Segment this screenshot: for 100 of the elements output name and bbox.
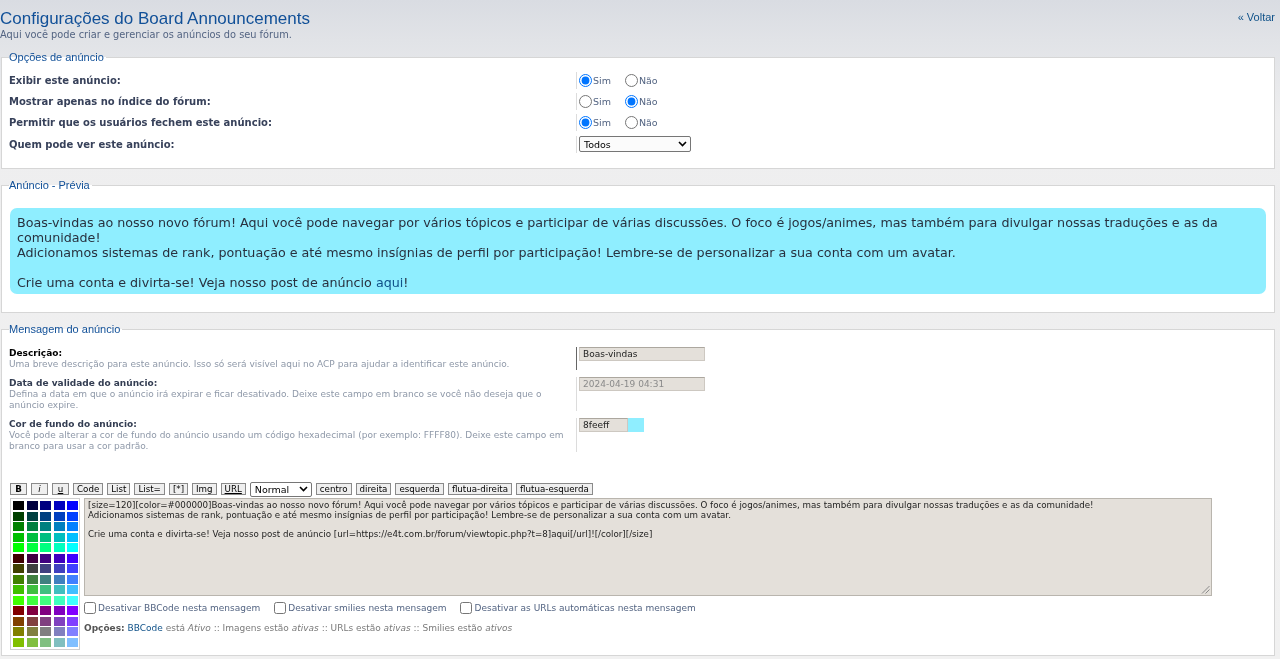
bbcode-link[interactable]: BBCode [127, 623, 163, 633]
color-swatch-icon[interactable] [67, 522, 78, 531]
color-swatch-icon[interactable] [40, 606, 51, 615]
color-swatch-icon[interactable] [13, 501, 24, 510]
radio-button[interactable] [624, 95, 638, 108]
color-swatch-icon[interactable] [13, 522, 24, 531]
color-swatch-icon[interactable] [40, 501, 51, 510]
color-swatch-icon[interactable] [26, 501, 38, 510]
text-input[interactable]: 8feeff [579, 418, 628, 432]
color-swatch-icon[interactable] [53, 501, 65, 510]
color-swatch-icon[interactable] [53, 543, 65, 552]
font-size-select[interactable]: Normal [249, 481, 312, 497]
format-button[interactable]: Code [73, 483, 104, 495]
color-swatch-icon[interactable] [13, 637, 24, 647]
radio-label[interactable]: Sim [593, 96, 611, 107]
color-swatch-icon[interactable] [67, 511, 78, 521]
format-button[interactable]: List [107, 483, 131, 495]
checkbox-label[interactable]: Desativar smilies nesta mensagem [288, 602, 447, 613]
color-swatch-icon[interactable] [13, 574, 24, 584]
color-swatch-icon[interactable] [26, 553, 38, 563]
color-swatch-icon[interactable] [40, 553, 51, 563]
radio-label[interactable]: Não [638, 117, 658, 128]
bold-button[interactable]: B [10, 483, 27, 495]
color-swatch-icon[interactable] [67, 616, 78, 626]
preview-link[interactable]: aqui [375, 275, 404, 290]
color-swatch-icon[interactable] [13, 543, 24, 552]
resize-grip-icon[interactable] [1201, 585, 1210, 594]
color-swatch-icon[interactable] [40, 511, 51, 521]
radio-label[interactable]: Sim [593, 75, 611, 86]
color-swatch-icon[interactable] [40, 564, 51, 573]
color-swatch-icon[interactable] [26, 606, 38, 615]
color-swatch-icon[interactable] [67, 564, 78, 573]
format-button[interactable]: flutua-esquerda [516, 483, 593, 495]
checkbox-label[interactable]: Desativar BBCode nesta mensagem [98, 602, 261, 613]
format-button[interactable]: List= [134, 483, 165, 495]
color-swatch-icon[interactable] [13, 564, 24, 573]
color-swatch-icon[interactable] [53, 553, 65, 563]
color-swatch-icon[interactable] [13, 606, 24, 615]
color-swatch-icon[interactable] [26, 637, 38, 647]
color-swatch-icon[interactable] [13, 532, 24, 542]
radio-button[interactable] [579, 74, 592, 87]
radio-button[interactable] [624, 116, 638, 129]
color-swatch-icon[interactable] [26, 543, 38, 552]
color-swatch-icon[interactable] [13, 627, 24, 636]
format-button[interactable]: esquerda [395, 483, 444, 495]
color-swatch-icon[interactable] [67, 606, 78, 615]
color-swatch-icon[interactable] [67, 574, 78, 584]
message-textarea[interactable]: [size=120][color=#000000]Boas-vindas ao nosso novo fórum! Aqui você pode navegar por vários tópicos e participar de várias discussões. O foco é jogos/animes, mas também para divulgar nossas traduções e as da comunidade! Adicionamos sistemas de rank, pontuação e até mesmo insígnias de perfil por participação! Lembre-se de personalizar a sua conta com um avatar. Crie uma conta e divirta-se! Veja nosso post de anúncio [url=https://e4t.com.br/forum/viewtopic.php?t=8]aqui[/url]![/color][/size] [84, 498, 1212, 596]
checkbox[interactable] [460, 601, 473, 614]
radio-button[interactable] [624, 74, 638, 87]
color-swatch-icon[interactable] [40, 543, 51, 552]
color-swatch-icon[interactable] [40, 522, 51, 531]
color-swatch-icon[interactable] [13, 553, 24, 563]
color-swatch-icon[interactable] [26, 532, 38, 542]
color-swatch-icon[interactable] [53, 637, 65, 647]
color-swatch-icon[interactable] [67, 553, 78, 563]
color-swatch-icon[interactable] [13, 616, 24, 626]
color-swatch-icon[interactable] [53, 532, 65, 542]
color-swatch-icon[interactable] [67, 543, 78, 552]
radio-label[interactable]: Sim [593, 117, 611, 128]
color-swatch-icon[interactable] [53, 564, 65, 573]
color-swatch-icon[interactable] [53, 606, 65, 615]
format-button[interactable]: Img [192, 483, 217, 495]
color-swatch-icon[interactable] [40, 627, 51, 636]
color-swatch-icon[interactable] [40, 595, 51, 605]
checkbox[interactable] [84, 601, 96, 614]
color-swatch-icon[interactable] [13, 511, 24, 521]
color-swatch-icon[interactable] [67, 585, 78, 594]
color-swatch-icon[interactable] [53, 616, 65, 626]
color-swatch-icon[interactable] [26, 585, 38, 594]
format-button[interactable]: centro [315, 483, 352, 495]
format-button[interactable]: URL [220, 483, 246, 495]
checkbox-label[interactable]: Desativar as URLs automáticas nesta mensagem [474, 602, 696, 613]
color-swatch-icon[interactable] [40, 616, 51, 626]
color-swatch-icon[interactable] [26, 564, 38, 573]
color-swatch-icon[interactable] [67, 595, 78, 605]
radio-label[interactable]: Não [638, 75, 658, 86]
color-swatch-icon[interactable] [67, 627, 78, 636]
checkbox[interactable] [274, 601, 287, 614]
radio-button[interactable] [579, 95, 592, 108]
color-swatch-icon[interactable] [26, 574, 38, 584]
color-swatch-icon[interactable] [26, 616, 38, 626]
color-swatch-icon[interactable] [40, 637, 51, 647]
format-button[interactable]: [*] [168, 483, 189, 495]
color-swatch-icon[interactable] [13, 595, 24, 605]
format-button[interactable]: direita [355, 483, 392, 495]
color-swatch-icon[interactable] [26, 511, 38, 521]
radio-button[interactable] [579, 116, 592, 129]
italic-button[interactable]: i [31, 483, 48, 495]
color-swatch-icon[interactable] [53, 595, 65, 605]
color-swatch-icon[interactable] [53, 627, 65, 636]
color-swatch-icon[interactable] [53, 511, 65, 521]
format-button[interactable]: u [52, 483, 69, 495]
back-link[interactable]: « Voltar [1237, 11, 1275, 23]
color-swatch-icon[interactable] [40, 585, 51, 594]
color-swatch-icon[interactable] [26, 627, 38, 636]
text-input[interactable]: Boas-vindas [579, 347, 705, 361]
color-swatch-icon[interactable] [53, 522, 65, 531]
color-swatch-icon[interactable] [26, 595, 38, 605]
color-swatch-icon[interactable] [67, 637, 78, 647]
